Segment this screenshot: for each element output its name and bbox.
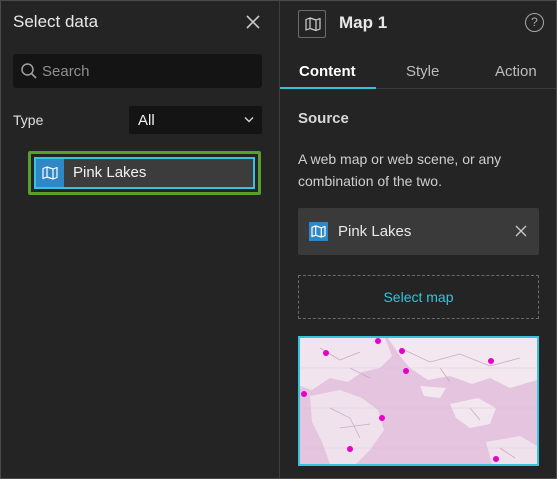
map-thumbnail[interactable] [298,336,539,466]
active-tab-indicator [280,87,376,89]
select-map-button[interactable]: Select map [298,275,539,319]
select-data-panel: Select data Type All Pink Lakes [1,1,279,478]
source-description: A web map or web scene, or any combinati… [298,151,502,189]
close-icon[interactable] [244,13,262,31]
type-filter-label: Type [13,112,44,128]
remove-source-icon[interactable] [514,224,528,238]
tab-action[interactable]: Action [495,63,537,80]
type-filter-select[interactable]: All [129,106,262,134]
data-item-pink-lakes[interactable]: Pink Lakes [34,157,255,189]
map-icon [309,222,328,241]
selected-source-chip: Pink Lakes [298,208,539,255]
map-settings-panel: Map 1 ? Content Style Action Source A we… [280,1,556,478]
search-input[interactable] [42,54,254,88]
panel-title: Select data [13,12,99,31]
search-box[interactable] [13,54,262,88]
type-filter-value: All [138,112,155,129]
source-heading: Source [298,110,349,127]
tab-style[interactable]: Style [406,63,439,80]
selected-source-label: Pink Lakes [338,223,412,240]
map-icon [36,159,64,187]
map-thumbnail-image [300,338,537,464]
tab-content[interactable]: Content [299,63,356,80]
selection-highlight: Pink Lakes [28,151,261,195]
chevron-down-icon [244,116,254,123]
search-icon [21,63,37,79]
help-icon[interactable]: ? [525,13,544,32]
widget-title: Map 1 [339,13,388,32]
map-widget-icon [298,10,326,38]
data-item-label: Pink Lakes [73,164,147,181]
tab-bar: Content Style Action [280,53,556,89]
